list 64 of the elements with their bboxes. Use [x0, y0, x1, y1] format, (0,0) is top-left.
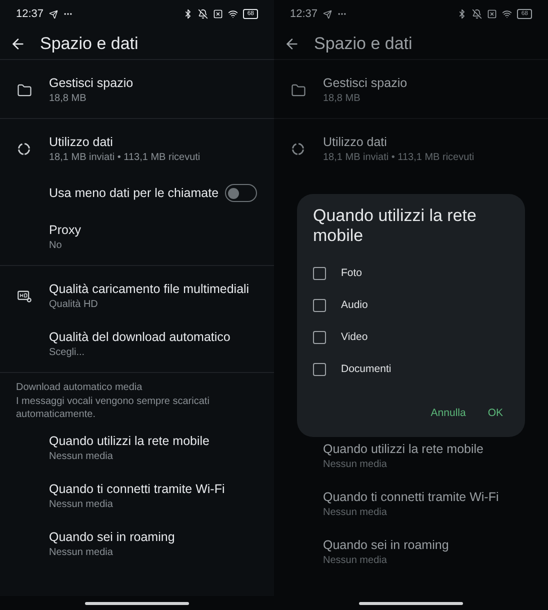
setting-value: Nessun media: [323, 506, 388, 519]
setting-title[interactable]: Proxy: [49, 222, 257, 239]
setting-value: Qualità HD: [49, 298, 99, 311]
sim-icon: [487, 9, 498, 19]
data-usage-icon: [17, 142, 31, 156]
folder-icon: [291, 82, 306, 98]
home-indicator[interactable]: [359, 602, 463, 604]
setting-title[interactable]: Utilizzo dati: [323, 134, 531, 151]
option-label[interactable]: Foto: [341, 267, 362, 279]
send-icon: [322, 10, 332, 18]
status-time: 12:37: [16, 8, 44, 20]
folder-icon: [17, 82, 32, 98]
dialog-title: Quando utilizzi la rete mobile: [312, 206, 478, 246]
setting-title[interactable]: Quando ti connetti tramite Wi-Fi: [323, 489, 531, 506]
wifi-icon: [228, 9, 238, 19]
hd-settings-icon: [17, 289, 32, 303]
setting-value: No: [49, 239, 63, 252]
setting-title[interactable]: Quando utilizzi la rete mobile: [323, 441, 531, 458]
setting-value: Nessun media: [323, 458, 388, 471]
section-header: Download automatico media: [15, 381, 144, 395]
setting-value: 18,1 MB inviati • 113,1 MB ricevuti: [323, 151, 476, 164]
option-label[interactable]: Documenti: [341, 363, 392, 375]
setting-value: Nessun media: [49, 546, 114, 559]
wifi-icon: [502, 9, 512, 19]
bluetooth-icon: [457, 9, 468, 19]
send-icon: [48, 10, 58, 18]
setting-value: 18,1 MB inviati • 113,1 MB ricevuti: [49, 151, 202, 164]
setting-value: Scegli...: [49, 346, 86, 359]
option-label[interactable]: Video: [341, 331, 368, 343]
setting-title[interactable]: Usa meno dati per le chiamate: [49, 184, 225, 202]
setting-title[interactable]: Quando sei in roaming: [49, 529, 257, 546]
status-time: 12:37: [290, 8, 318, 20]
sim-icon: [213, 9, 224, 19]
bell-off-icon: [472, 9, 482, 19]
setting-title[interactable]: Quando ti connetti tramite Wi-Fi: [49, 481, 257, 498]
back-button[interactable]: [10, 36, 26, 52]
setting-value: Nessun media: [49, 450, 114, 463]
bell-off-icon: [198, 9, 208, 19]
dialog-button[interactable]: Annulla: [426, 401, 470, 425]
checkbox[interactable]: [313, 362, 326, 376]
page-title: Spazio e dati: [314, 34, 412, 54]
data-usage-icon: [291, 142, 305, 156]
checkbox[interactable]: [313, 266, 326, 280]
section-note: I messaggi vocali vengono sempre scaricati automaticamente.: [15, 395, 210, 422]
page-title: Spazio e dati: [40, 34, 138, 54]
setting-title[interactable]: Quando sei in roaming: [323, 537, 531, 554]
setting-title[interactable]: Qualità del download automatico: [49, 329, 257, 346]
home-indicator[interactable]: [85, 602, 189, 604]
dialog-button[interactable]: OK: [484, 401, 507, 425]
setting-title[interactable]: Gestisci spazio: [49, 75, 257, 92]
back-button[interactable]: [284, 36, 300, 52]
setting-title[interactable]: Gestisci spazio: [323, 75, 531, 92]
setting-title[interactable]: Qualità caricamento file multimediali: [49, 281, 257, 298]
bluetooth-icon: [183, 9, 194, 19]
option-label[interactable]: Audio: [341, 299, 368, 311]
checkbox[interactable]: [313, 298, 326, 312]
setting-value: 18,8 MB: [49, 92, 88, 105]
checkbox[interactable]: [313, 330, 326, 344]
setting-value: Nessun media: [323, 554, 388, 567]
setting-title[interactable]: Quando utilizzi la rete mobile: [49, 433, 257, 450]
setting-value: Nessun media: [49, 498, 114, 511]
setting-value: 18,8 MB: [323, 92, 362, 105]
toggle-switch[interactable]: [225, 184, 257, 202]
setting-title[interactable]: Utilizzo dati: [49, 134, 257, 151]
